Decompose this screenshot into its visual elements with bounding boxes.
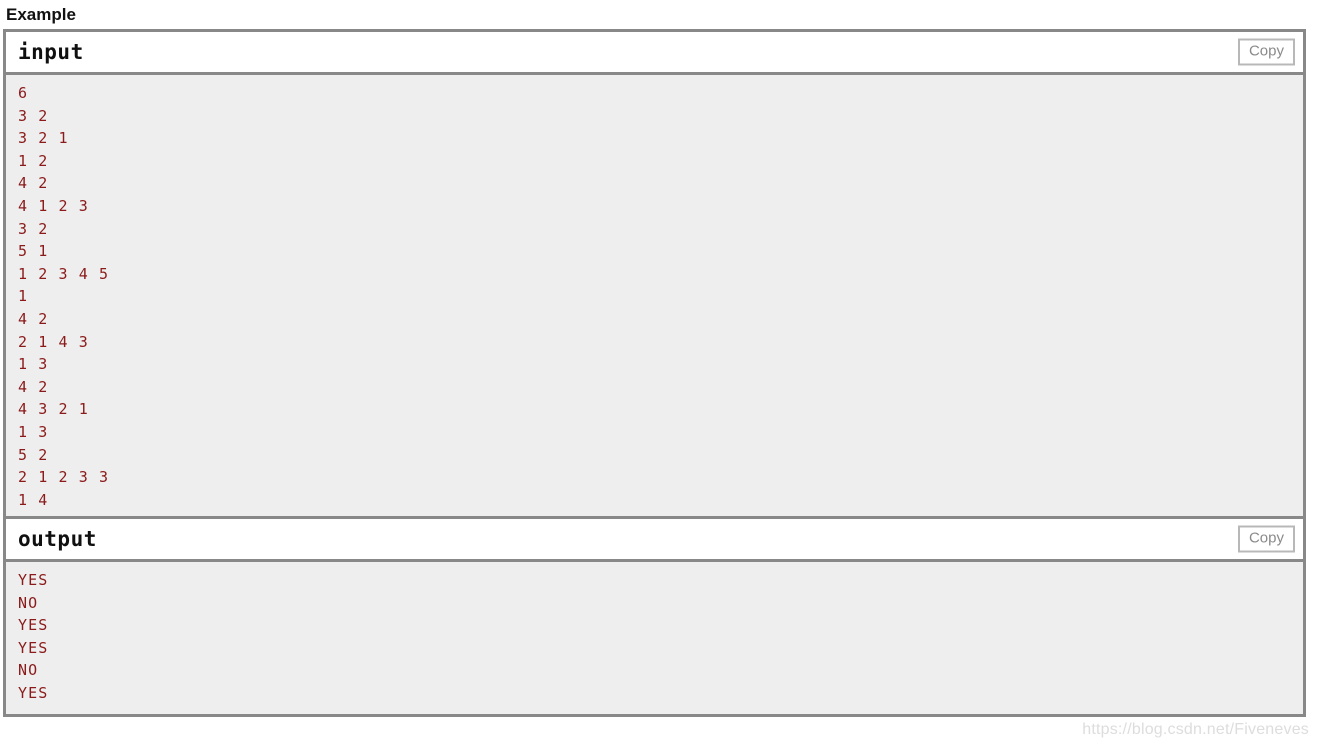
input-line: 2 1 2 3 3 — [18, 468, 110, 487]
input-line: 3 2 — [18, 106, 49, 125]
input-line: 4 2 — [18, 309, 49, 328]
input-line: 1 2 3 4 5 — [18, 264, 110, 283]
input-line: 4 1 2 3 — [18, 196, 89, 215]
input-line: 1 3 — [18, 422, 49, 441]
sample-tests-container: input Copy 6 3 2 3 2 1 1 2 4 2 4 1 2 3 3… — [3, 29, 1306, 717]
input-line: 5 1 — [18, 242, 49, 261]
output-line: NO — [18, 593, 39, 612]
input-line: 3 2 — [18, 219, 49, 238]
input-test-block: input Copy 6 3 2 3 2 1 1 2 4 2 4 1 2 3 3… — [6, 32, 1303, 516]
input-line: 1 3 — [18, 355, 49, 374]
input-line: 4 2 — [18, 174, 49, 193]
output-line: YES — [18, 616, 49, 635]
input-line: 1 2 — [18, 151, 49, 170]
output-block-body: YES NO YES YES NO YES — [6, 562, 1303, 714]
input-line: 3 2 1 — [18, 129, 69, 148]
input-line: 4 3 2 1 — [18, 400, 89, 419]
output-line: YES — [18, 683, 49, 702]
input-line: 2 1 4 3 — [18, 332, 89, 351]
output-block-header: output Copy — [6, 519, 1303, 562]
input-line: 1 — [18, 287, 29, 306]
input-line: 5 2 — [18, 445, 49, 464]
site-watermark: https://blog.csdn.net/Fiveneves — [1082, 721, 1309, 738]
copy-input-button[interactable]: Copy — [1237, 38, 1295, 66]
input-block-body: 6 3 2 3 2 1 1 2 4 2 4 1 2 3 3 2 5 1 1 2 … — [6, 75, 1303, 516]
input-block-header: input Copy — [6, 32, 1303, 75]
output-line: YES — [18, 638, 49, 657]
copy-output-button[interactable]: Copy — [1237, 525, 1295, 553]
output-block-title: output — [18, 527, 97, 551]
input-block-title: input — [18, 40, 84, 64]
input-line: 4 2 — [18, 377, 49, 396]
output-line: NO — [18, 661, 39, 680]
input-line: 1 4 — [18, 490, 49, 509]
page-title: Example — [6, 5, 76, 24]
output-line: YES — [18, 571, 49, 589]
input-line: 6 — [18, 84, 29, 102]
output-test-block: output Copy YES NO YES YES NO YES — [6, 519, 1303, 714]
example-page: Example input Copy 6 3 2 3 2 1 1 2 4 2 4… — [0, 0, 1319, 742]
